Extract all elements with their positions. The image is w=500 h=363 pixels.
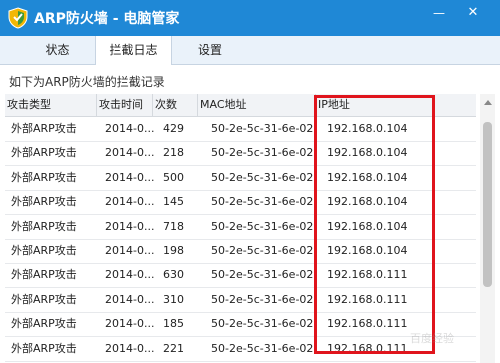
cell-attack-type: 外部ARP攻击 xyxy=(11,341,77,355)
cell-mac: 50-2e-5c-31-6e-02 xyxy=(211,219,314,233)
cell-attack-type: 外部ARP攻击 xyxy=(11,170,77,184)
title-bar: ARP防火墙 - 电脑管家 — ✕ xyxy=(0,0,500,36)
watermark: 百度经验 xyxy=(410,332,454,345)
cell-attack-type: 外部ARP攻击 xyxy=(11,244,77,257)
column-header-mac[interactable]: MAC地址 xyxy=(198,94,316,116)
cell-mac: 50-2e-5c-31-6e-02 xyxy=(211,341,314,355)
cell-count: 718 xyxy=(163,219,184,233)
cell-mac: 50-2e-5c-31-6e-02 xyxy=(211,122,314,135)
tab-settings[interactable]: 设置 xyxy=(170,36,250,64)
cell-attack-type: 外部ARP攻击 xyxy=(11,292,77,306)
close-button[interactable]: ✕ xyxy=(462,3,484,23)
cell-attack-type: 外部ARP攻击 xyxy=(11,195,77,209)
cell-mac: 50-2e-5c-31-6e-02 xyxy=(211,317,314,331)
description-text: 如下为ARP防火墙的拦截记录 xyxy=(9,75,165,89)
cell-mac: 50-2e-5c-31-6e-02 xyxy=(211,268,314,282)
cell-mac: 50-2e-5c-31-6e-02 xyxy=(211,170,314,184)
ip-column-highlight-box xyxy=(314,95,435,354)
cell-attack-type: 外部ARP攻击 xyxy=(11,268,77,282)
cell-attack-type: 外部ARP攻击 xyxy=(11,146,77,160)
cell-attack-time: 2014-0... xyxy=(105,122,155,135)
cell-attack-time: 2014-0... xyxy=(105,268,155,282)
cell-count: 221 xyxy=(163,341,184,355)
cell-attack-type: 外部ARP攻击 xyxy=(11,219,77,233)
cell-attack-time: 2014-0... xyxy=(105,146,155,160)
scrollbar-thumb[interactable] xyxy=(483,122,492,287)
cell-count: 198 xyxy=(163,244,184,257)
cell-mac: 50-2e-5c-31-6e-02 xyxy=(211,292,314,306)
cell-count: 310 xyxy=(163,292,184,306)
cell-count: 500 xyxy=(163,170,184,184)
column-header-attack-time[interactable]: 攻击时间 xyxy=(97,94,153,116)
cell-count: 185 xyxy=(163,317,184,331)
cell-attack-type: 外部ARP攻击 xyxy=(11,317,77,331)
cell-mac: 50-2e-5c-31-6e-02 xyxy=(211,244,314,257)
cell-attack-time: 2014-0... xyxy=(105,317,155,331)
tab-status[interactable]: 状态 xyxy=(20,36,95,64)
scroll-up-arrow-icon[interactable] xyxy=(484,100,492,105)
minimize-button[interactable]: — xyxy=(428,3,450,23)
window-title: ARP防火墙 - 电脑管家 xyxy=(34,11,180,27)
column-header-attack-type[interactable]: 攻击类型 xyxy=(5,94,97,116)
cell-attack-time: 2014-0... xyxy=(105,170,155,184)
cell-count: 630 xyxy=(163,268,184,282)
cell-mac: 50-2e-5c-31-6e-02 xyxy=(211,146,314,160)
cell-mac: 50-2e-5c-31-6e-02 xyxy=(211,195,314,209)
vertical-scrollbar[interactable] xyxy=(480,94,495,363)
cell-attack-time: 2014-0... xyxy=(105,292,155,306)
cell-attack-time: 2014-0... xyxy=(105,195,155,209)
shield-icon xyxy=(8,7,28,29)
cell-count: 429 xyxy=(163,122,184,135)
tab-bar: 状态 拦截日志 设置 xyxy=(0,36,500,65)
cell-attack-time: 2014-0... xyxy=(105,244,155,257)
cell-attack-time: 2014-0... xyxy=(105,341,155,355)
cell-count: 145 xyxy=(163,195,184,209)
cell-count: 218 xyxy=(163,146,184,160)
cell-attack-type: 外部ARP攻击 xyxy=(11,122,77,135)
column-header-count[interactable]: 次数 xyxy=(153,94,198,116)
tab-intercept-log[interactable]: 拦截日志 xyxy=(95,36,172,65)
cell-attack-time: 2014-0... xyxy=(105,219,155,233)
